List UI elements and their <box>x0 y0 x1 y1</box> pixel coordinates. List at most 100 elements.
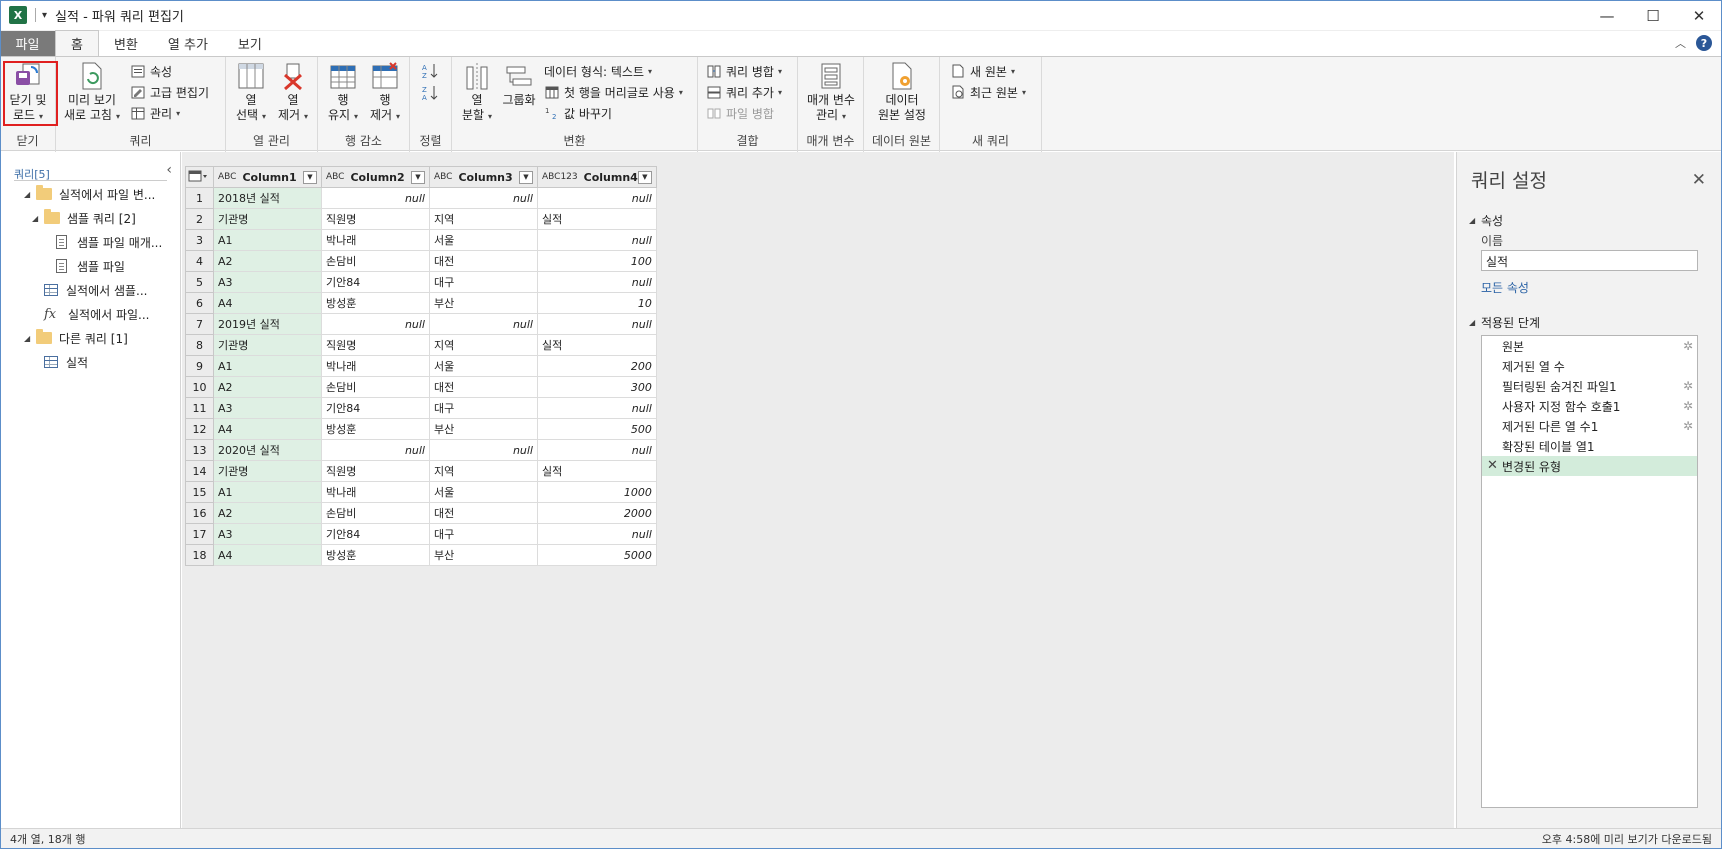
maximize-button[interactable]: ☐ <box>1630 0 1676 31</box>
table-cell[interactable]: 기관명 <box>213 460 322 482</box>
tab-file[interactable]: 파일 <box>0 31 55 56</box>
table-cell[interactable]: null <box>537 439 657 461</box>
manage-parameters-button[interactable]: 매개 변수 관리 ▾ <box>802 61 860 124</box>
applied-steps-header[interactable]: ◢ 적용된 단계 <box>1469 314 1540 331</box>
table-cell[interactable]: 부산 <box>429 292 538 314</box>
table-cell[interactable]: A1 <box>213 481 322 503</box>
table-cell[interactable]: 지역 <box>429 208 538 230</box>
table-cell[interactable]: 서울 <box>429 481 538 503</box>
tab-add-column[interactable]: 열 추가 <box>153 31 223 56</box>
filter-dropdown-icon[interactable]: ▼ <box>411 170 425 184</box>
new-source-button[interactable]: 새 원본 ▾ <box>950 61 1015 81</box>
data-source-settings-button[interactable]: 데이터 원본 설정 <box>868 61 936 123</box>
sort-descending-button[interactable]: ZA <box>422 83 442 103</box>
table-cell[interactable]: A1 <box>213 229 322 251</box>
table-cell[interactable]: 박나래 <box>321 355 430 377</box>
query-name-input[interactable]: 실적 <box>1481 250 1698 271</box>
table-cell[interactable]: null <box>321 187 430 209</box>
table-cell[interactable]: A1 <box>213 355 322 377</box>
recent-source-button[interactable]: 최근 원본 ▾ <box>950 82 1026 102</box>
column-header-2[interactable]: ABC Column2 ▼ <box>321 166 430 188</box>
table-cell[interactable]: A3 <box>213 271 322 293</box>
table-cell[interactable]: A4 <box>213 544 322 566</box>
remove-columns-button[interactable]: 열 제거 ▾ <box>272 61 314 124</box>
table-cell[interactable]: 실적 <box>537 334 657 356</box>
table-cell[interactable]: 서울 <box>429 229 538 251</box>
table-cell[interactable]: 200 <box>537 355 657 377</box>
table-cell[interactable]: 직원명 <box>321 208 430 230</box>
manage-button[interactable]: 관리 ▾ <box>130 103 180 123</box>
help-icon[interactable]: ? <box>1696 35 1712 51</box>
expand-triangle-icon[interactable]: ◢ <box>24 334 36 343</box>
table-cell[interactable]: null <box>321 439 430 461</box>
nav-item-transform-sample[interactable]: 실적에서 샘플... <box>44 280 148 300</box>
table-cell[interactable]: 서울 <box>429 355 538 377</box>
table-cell[interactable]: 부산 <box>429 544 538 566</box>
append-queries-button[interactable]: 쿼리 추가 ▾ <box>706 82 782 102</box>
any-type-icon[interactable]: ABC123 <box>542 173 578 182</box>
table-cell[interactable]: 대전 <box>429 376 538 398</box>
collapse-triangle-icon[interactable]: ◢ <box>1469 318 1481 327</box>
nav-item-result[interactable]: 실적 <box>44 352 88 372</box>
table-cell[interactable]: 기관명 <box>213 334 322 356</box>
table-cell[interactable]: 2000 <box>537 502 657 524</box>
replace-values-button[interactable]: 12 값 바꾸기 <box>544 103 612 123</box>
table-cell[interactable]: 대전 <box>429 250 538 272</box>
first-row-header-button[interactable]: 첫 행을 머리글로 사용 ▾ <box>544 82 683 102</box>
text-type-icon[interactable]: ABC <box>218 173 236 182</box>
table-cell[interactable]: null <box>537 187 657 209</box>
combine-files-button[interactable]: 파일 병합 <box>706 103 774 123</box>
table-cell[interactable]: 박나래 <box>321 481 430 503</box>
table-cell[interactable]: 직원명 <box>321 460 430 482</box>
table-cell[interactable]: 박나래 <box>321 229 430 251</box>
column-header-1[interactable]: ABC Column1 ▼ <box>213 166 322 188</box>
applied-step[interactable]: 원본 ✲ <box>1482 336 1697 356</box>
expand-triangle-icon[interactable]: ◢ <box>32 214 44 223</box>
table-cell[interactable]: 대구 <box>429 523 538 545</box>
data-type-dropdown[interactable]: 데이터 형식: 텍스트 ▾ <box>544 61 652 81</box>
table-cell[interactable]: null <box>537 397 657 419</box>
text-type-icon[interactable]: ABC <box>326 173 344 182</box>
table-cell[interactable]: A2 <box>213 376 322 398</box>
table-cell[interactable]: A3 <box>213 523 322 545</box>
remove-rows-button[interactable]: 행 제거 ▾ <box>364 61 406 124</box>
table-cell[interactable]: 직원명 <box>321 334 430 356</box>
table-cell[interactable]: 대구 <box>429 271 538 293</box>
table-cell[interactable]: 대전 <box>429 502 538 524</box>
table-cell[interactable]: A4 <box>213 292 322 314</box>
filter-dropdown-icon[interactable]: ▼ <box>303 170 317 184</box>
applied-step[interactable]: 제거된 다른 열 수1 ✲ <box>1482 416 1697 436</box>
group-by-button[interactable]: 그룹화 <box>498 61 540 108</box>
advanced-editor-button[interactable]: 고급 편집기 <box>130 82 209 102</box>
table-cell[interactable]: null <box>429 187 538 209</box>
table-cell[interactable]: null <box>321 313 430 335</box>
table-cell[interactable]: 2018년 실적 <box>213 187 322 209</box>
column-header-3[interactable]: ABC Column3 ▼ <box>429 166 538 188</box>
collapse-pane-icon[interactable]: ‹ <box>166 162 172 178</box>
table-cell[interactable]: 500 <box>537 418 657 440</box>
table-cell[interactable]: 기안84 <box>321 523 430 545</box>
keep-rows-button[interactable]: 행 유지 ▾ <box>322 61 364 124</box>
table-cell[interactable]: 2020년 실적 <box>213 439 322 461</box>
table-cell[interactable]: 지역 <box>429 334 538 356</box>
table-cell[interactable]: A2 <box>213 250 322 272</box>
split-column-button[interactable]: 열 분할 ▾ <box>456 61 498 124</box>
nav-item-sample-file-parameter[interactable]: 샘플 파일 매개... <box>54 232 162 252</box>
expand-triangle-icon[interactable]: ◢ <box>24 190 36 199</box>
choose-columns-button[interactable]: 열 선택 ▾ <box>230 61 272 124</box>
table-cell[interactable]: 실적 <box>537 208 657 230</box>
table-cell[interactable]: 손담비 <box>321 250 430 272</box>
table-cell[interactable]: null <box>537 271 657 293</box>
table-cell[interactable]: A2 <box>213 502 322 524</box>
table-cell[interactable]: 방성훈 <box>321 418 430 440</box>
table-cell[interactable]: 기관명 <box>213 208 322 230</box>
table-cell[interactable]: 10 <box>537 292 657 314</box>
table-cell[interactable]: 100 <box>537 250 657 272</box>
table-cell[interactable]: 방성훈 <box>321 544 430 566</box>
gear-icon[interactable]: ✲ <box>1683 339 1693 353</box>
nav-group-sample-queries[interactable]: ◢ 샘플 쿼리 [2] <box>32 208 136 228</box>
table-cell[interactable]: A3 <box>213 397 322 419</box>
close-window-button[interactable]: ✕ <box>1676 0 1722 31</box>
gear-icon[interactable]: ✲ <box>1683 419 1693 433</box>
table-cell[interactable]: 실적 <box>537 460 657 482</box>
